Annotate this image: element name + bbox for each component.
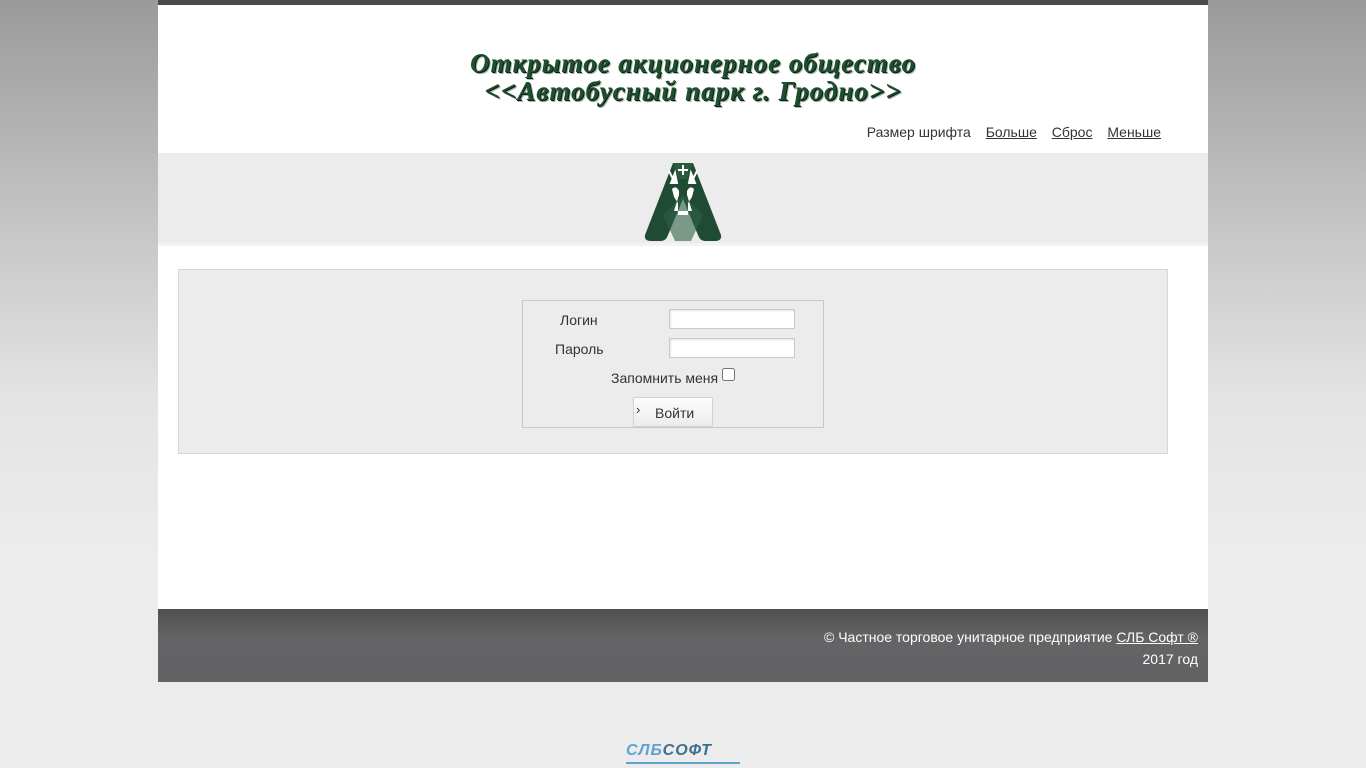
font-size-label: Размер шрифта — [866, 124, 971, 140]
font-size-controls: Размер шрифта Больше Сброс Меньше — [867, 124, 1161, 140]
company-title: Открытое акционерное общество <<Автобусн… — [428, 49, 958, 105]
font-reset-link[interactable]: Сброс — [1052, 124, 1093, 140]
login-form: Логин Пароль Запомнить меня › Войти — [522, 300, 824, 428]
vendor-logo-part2: СОФТ — [662, 742, 712, 759]
password-input[interactable] — [669, 338, 795, 358]
company-link[interactable]: СЛБ Софт ® — [1116, 629, 1198, 645]
logo-band — [158, 153, 1208, 246]
remember-me-label: Запомнить меня — [611, 370, 719, 386]
chevron-right-icon: › — [636, 402, 641, 417]
vendor-logo-part1: СЛБ — [626, 742, 663, 759]
deer-logo-icon — [644, 163, 722, 241]
footer-copyright: © Частное торговое унитарное предприятие… — [824, 626, 1198, 670]
page-container: Открытое акционерное общество <<Автобусн… — [158, 0, 1208, 682]
login-button[interactable]: › Войти — [633, 397, 713, 427]
login-label: Логин — [560, 312, 598, 328]
login-input[interactable] — [669, 309, 795, 329]
content-area: Логин Пароль Запомнить меня › Войти — [178, 269, 1168, 454]
copyright-year: 2017 год — [1142, 651, 1198, 667]
header: Открытое акционерное общество <<Автобусн… — [158, 5, 1208, 153]
vendor-logo[interactable]: СЛБСОФТ — [626, 743, 740, 759]
company-title-line-1: Открытое акционерное общество — [470, 48, 916, 78]
font-smaller-link[interactable]: Меньше — [1107, 124, 1161, 140]
password-label: Пароль — [555, 341, 604, 357]
copyright-text: © Частное торговое унитарное предприятие — [824, 629, 1113, 645]
font-bigger-link[interactable]: Больше — [986, 124, 1037, 140]
vendor-logo-underline — [626, 762, 740, 764]
login-button-label: Войти — [655, 405, 695, 421]
footer: © Частное торговое унитарное предприятие… — [158, 609, 1208, 682]
company-title-line-2: <<Автобусный парк г. Гродно>> — [484, 76, 902, 106]
remember-me-checkbox[interactable] — [722, 368, 735, 381]
